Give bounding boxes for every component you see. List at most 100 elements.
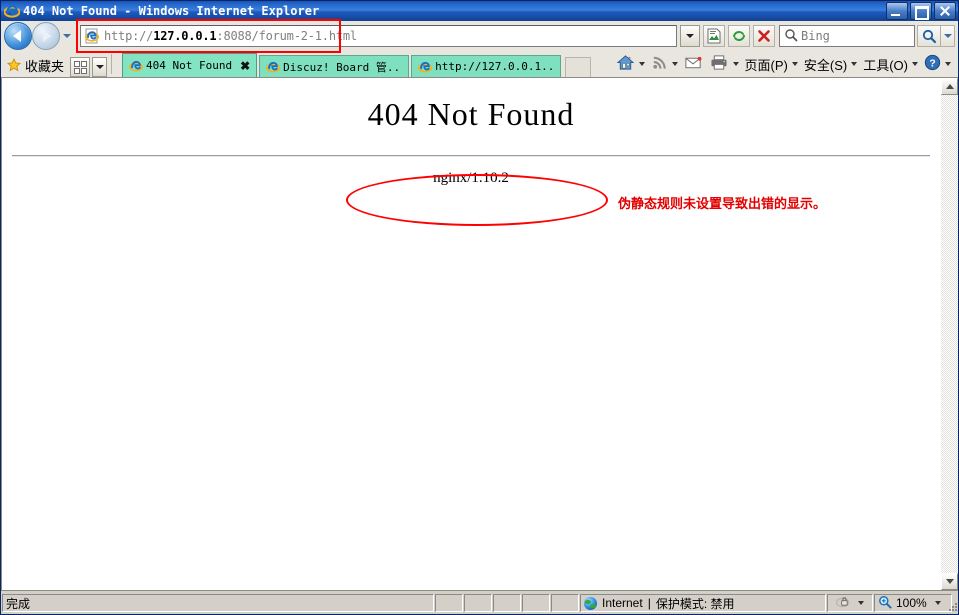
mail-icon <box>684 55 703 73</box>
tab-404-not-found[interactable]: 404 Not Found ✖ <box>122 53 258 77</box>
privacy-report-panel[interactable] <box>827 594 873 612</box>
maximize-button[interactable] <box>910 2 932 20</box>
address-bar[interactable]: http://127.0.0.1:8088/forum-2-1.html <box>80 25 677 47</box>
star-icon <box>6 57 22 72</box>
status-panel-3 <box>493 594 521 612</box>
status-panel-1 <box>435 594 463 612</box>
feeds-button[interactable] <box>648 53 681 75</box>
close-button[interactable] <box>934 2 956 20</box>
status-message-panel: 完成 <box>2 594 434 612</box>
favorites-label: 收藏夹 <box>25 58 65 74</box>
status-text: 完成 <box>6 596 31 611</box>
status-panel-2 <box>464 594 492 612</box>
home-dropdown-icon[interactable] <box>638 62 645 66</box>
tab-label: 404 Not Found <box>146 59 233 72</box>
vertical-scrollbar[interactable] <box>940 78 958 590</box>
help-button[interactable]: ? <box>921 53 954 75</box>
server-signature: nginx/1.10.2 <box>433 170 509 186</box>
new-tab-button[interactable] <box>565 57 592 77</box>
address-url-text: http://127.0.0.1:8088/forum-2-1.html <box>104 29 357 43</box>
home-icon <box>616 53 635 75</box>
page-title: 404 Not Found <box>367 96 575 132</box>
feeds-dropdown-icon[interactable] <box>671 62 678 66</box>
home-button[interactable] <box>613 53 648 75</box>
back-button[interactable] <box>4 22 32 50</box>
tab-localhost[interactable]: http://127.0.0.1... <box>411 55 562 77</box>
scroll-down-icon[interactable] <box>941 573 958 590</box>
minimize-button[interactable] <box>886 2 908 20</box>
horizontal-rule <box>12 155 930 157</box>
chevron-down-icon <box>791 62 798 66</box>
page-document: 404 Not Found nginx/1.10.2 伪静态规则未设置导致出错的… <box>2 78 940 590</box>
search-provider-dropdown[interactable] <box>941 25 955 47</box>
search-go-button[interactable] <box>917 25 941 47</box>
recent-pages-dropdown[interactable] <box>60 23 74 49</box>
tab-strip: 404 Not Found ✖ Discuz! Board 管... http:… <box>122 51 592 77</box>
title-bar: 404 Not Found - Windows Internet Explore… <box>1 1 958 21</box>
window-title: 404 Not Found - Windows Internet Explore… <box>23 4 320 18</box>
window-controls <box>886 2 956 20</box>
page-favicon-icon <box>84 28 100 44</box>
favorites-button[interactable]: 收藏夹 <box>5 53 70 77</box>
tab-favicon-icon <box>418 60 433 74</box>
status-bar: 完成 Internet | 保护模式: 禁用 100% <box>1 591 958 614</box>
browser-content: 404 Not Found nginx/1.10.2 伪静态规则未设置导致出错的… <box>1 77 958 591</box>
protected-mode-label: 保护模式: 禁用 <box>655 596 735 611</box>
tab-favicon-icon <box>129 59 144 73</box>
status-panel-4 <box>522 594 550 612</box>
menu-tools-label: 工具(O) <box>863 57 908 73</box>
scroll-up-icon[interactable] <box>941 78 958 95</box>
menu-safety[interactable]: 安全(S) <box>801 53 860 75</box>
resize-grip[interactable] <box>949 594 958 612</box>
chevron-down-icon <box>851 62 858 66</box>
menu-page-label: 页面(P) <box>744 57 788 73</box>
zoom-level: 100% <box>896 596 927 610</box>
favorites-dropdown-button[interactable] <box>92 57 108 77</box>
chevron-down-icon <box>912 62 918 66</box>
feeds-icon <box>651 54 668 74</box>
url-scheme: http:// <box>104 29 154 43</box>
print-dropdown-icon[interactable] <box>732 62 739 66</box>
browser-window: 404 Not Found - Windows Internet Explore… <box>0 0 959 615</box>
search-placeholder: Bing <box>801 29 830 43</box>
globe-icon <box>584 596 597 610</box>
zoom-dropdown-icon[interactable] <box>934 601 941 605</box>
refresh-icon[interactable] <box>728 25 750 47</box>
lock-icon <box>835 595 851 612</box>
url-path: :8088/forum-2-1.html <box>216 29 357 43</box>
search-icon <box>784 28 798 45</box>
tab-discuz-board[interactable]: Discuz! Board 管... <box>259 55 410 77</box>
search-input[interactable]: Bing <box>779 25 915 47</box>
tab-bar: 收藏夹 404 Not Found ✖ Discuz! Board 管... h… <box>1 51 958 77</box>
mail-button[interactable] <box>681 53 706 75</box>
toolbar-separator <box>111 54 113 74</box>
zoom-magnifier-icon <box>878 595 892 612</box>
zoom-panel[interactable]: 100% <box>874 594 952 612</box>
ie-logo-icon <box>3 3 21 19</box>
status-panel-5 <box>551 594 579 612</box>
svg-text:?: ? <box>929 58 935 69</box>
scrollbar-track[interactable] <box>941 95 958 573</box>
tab-favicon-icon <box>266 60 281 74</box>
menu-safety-label: 安全(S) <box>803 57 848 73</box>
forward-button[interactable] <box>32 22 60 50</box>
tab-close-icon[interactable]: ✖ <box>240 59 250 73</box>
security-zone-panel[interactable]: Internet | 保护模式: 禁用 <box>580 594 826 612</box>
print-icon <box>709 54 729 74</box>
navigation-bar: http://127.0.0.1:8088/forum-2-1.html Bin… <box>1 19 958 53</box>
favorites-bar-icon[interactable] <box>70 57 91 77</box>
compatibility-view-icon[interactable] <box>703 25 725 47</box>
tab-label: Discuz! Board 管... <box>283 60 403 74</box>
zone-label: Internet <box>602 596 643 610</box>
address-bar-container: http://127.0.0.1:8088/forum-2-1.html <box>76 19 677 53</box>
help-dropdown-icon[interactable] <box>945 62 951 66</box>
command-bar: 页面(P) 安全(S) 工具(O) ? <box>613 51 958 77</box>
menu-page[interactable]: 页面(P) <box>742 53 801 75</box>
stop-icon[interactable] <box>753 25 775 47</box>
annotation-text: 伪静态规则未设置导致出错的显示。 <box>618 196 827 211</box>
tab-label: http://127.0.0.1... <box>435 60 555 73</box>
print-button[interactable] <box>706 53 742 75</box>
address-dropdown-button[interactable] <box>680 25 700 47</box>
menu-tools[interactable]: 工具(O) <box>860 53 921 75</box>
privacy-dropdown-icon[interactable] <box>858 601 864 605</box>
